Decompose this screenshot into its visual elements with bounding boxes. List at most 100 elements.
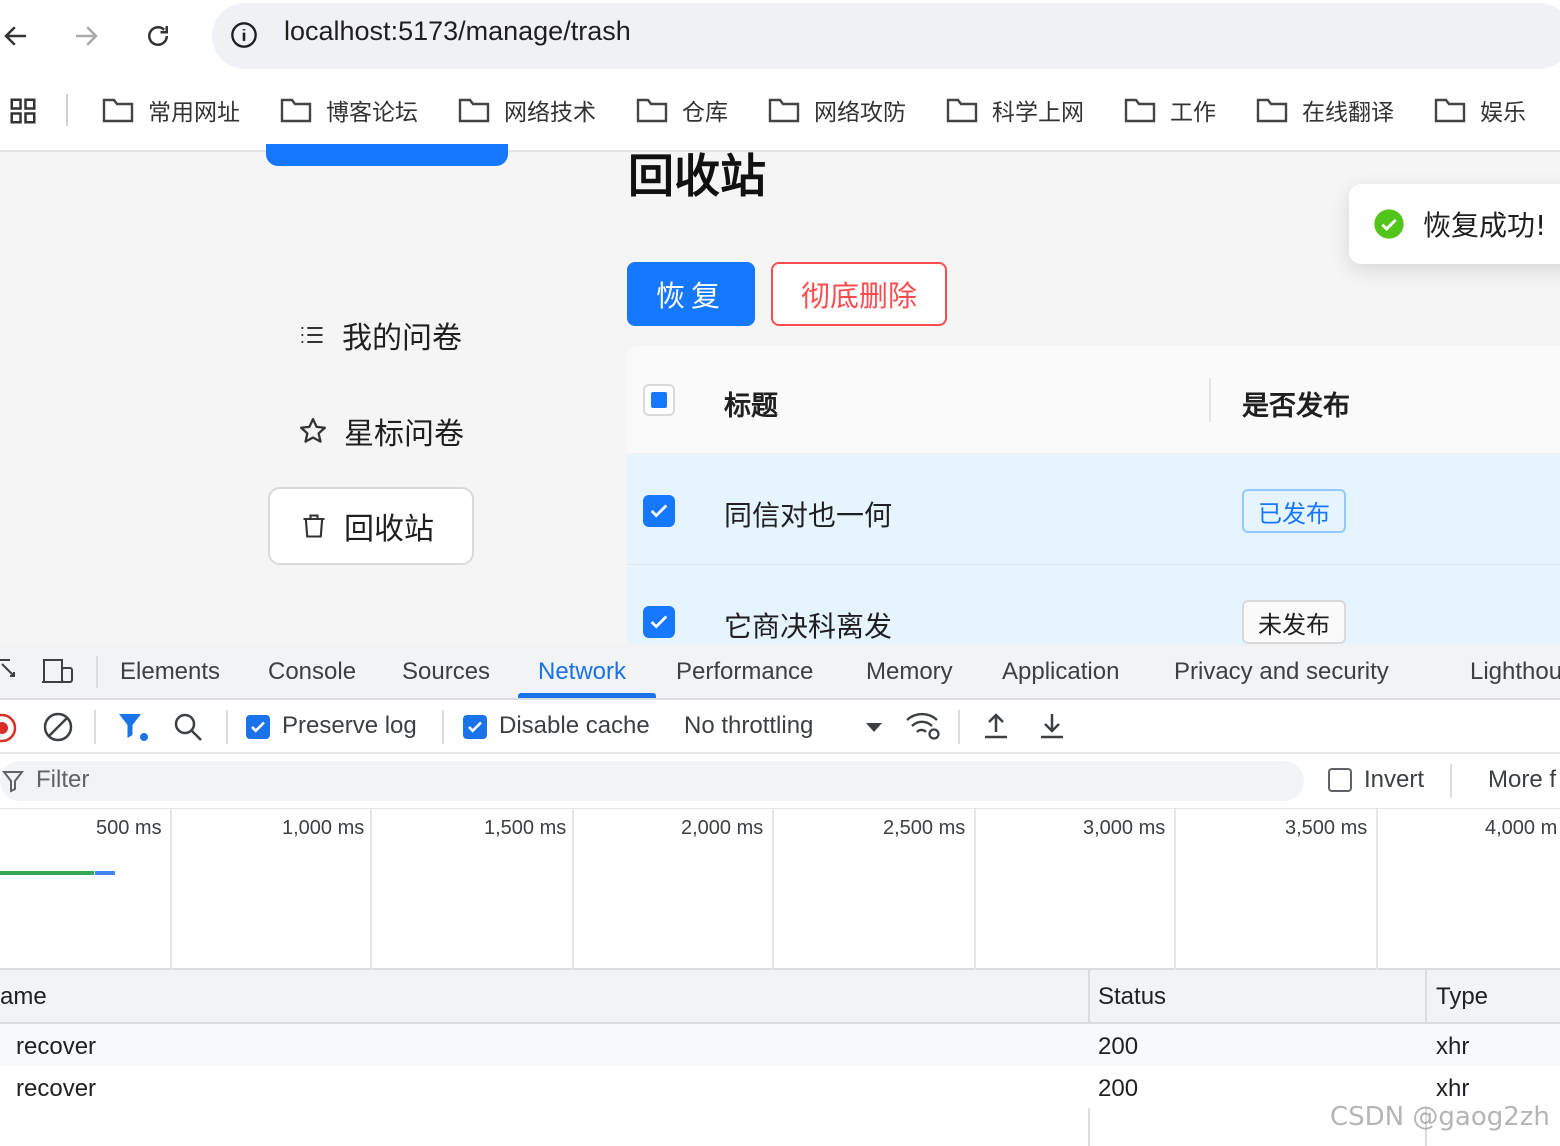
status-badge-published: 已发布 bbox=[1242, 489, 1346, 533]
menu-item-starred[interactable]: 星标问卷 bbox=[268, 392, 474, 470]
list-icon bbox=[301, 326, 323, 344]
timeline-label: 3,500 ms bbox=[1285, 817, 1368, 839]
filter-input[interactable] bbox=[0, 761, 1304, 801]
star-icon bbox=[300, 418, 326, 443]
preserve-log-checkbox[interactable] bbox=[246, 715, 270, 739]
bookmark-label: 博客论坛 bbox=[326, 100, 418, 126]
bookmarks-divider bbox=[66, 94, 68, 126]
recover-button[interactable]: 恢复 bbox=[627, 262, 755, 326]
disable-cache-checkbox[interactable] bbox=[463, 715, 487, 739]
trash-icon bbox=[303, 514, 325, 538]
bookmark-label: 工作 bbox=[1170, 100, 1216, 126]
bookmark-folder[interactable]: 博客论坛 bbox=[280, 92, 418, 128]
bookmark-folder[interactable]: 工作 bbox=[1124, 92, 1216, 128]
table-row[interactable] bbox=[0, 1024, 1560, 1066]
watermark-text: CSDN @gaog2zh bbox=[1330, 1102, 1550, 1132]
search-icon[interactable] bbox=[172, 711, 204, 747]
toolbar-divider bbox=[442, 710, 444, 744]
export-har-icon[interactable] bbox=[1036, 710, 1068, 746]
column-header-published: 是否发布 bbox=[1242, 391, 1350, 422]
bookmark-label: 常用网址 bbox=[148, 100, 240, 126]
clear-icon[interactable] bbox=[42, 711, 74, 747]
timeline-gridline bbox=[974, 808, 976, 970]
back-button[interactable] bbox=[0, 14, 38, 58]
bookmark-folder[interactable]: 网络攻防 bbox=[768, 92, 906, 128]
bookmark-folder[interactable]: 常用网址 bbox=[102, 92, 240, 128]
delete-forever-button[interactable]: 彻底删除 bbox=[771, 262, 947, 326]
tab-privacy-security[interactable]: Privacy and security bbox=[1174, 658, 1389, 686]
bookmark-label: 科学上网 bbox=[992, 100, 1084, 126]
check-icon bbox=[650, 504, 668, 518]
url-text[interactable]: localhost:5173/manage/trash bbox=[284, 16, 631, 47]
timeline-label: 1,000 ms bbox=[282, 817, 365, 839]
tabbar-divider bbox=[96, 656, 98, 688]
requests-table-header bbox=[0, 970, 1560, 1024]
reload-icon bbox=[148, 26, 168, 46]
column-header-title: 标题 bbox=[724, 391, 778, 422]
folder-icon bbox=[1124, 98, 1156, 123]
bookmark-folder[interactable]: 在线翻译 bbox=[1256, 92, 1394, 128]
select-all-checkbox[interactable] bbox=[643, 384, 675, 416]
tab-network[interactable]: Network bbox=[538, 658, 626, 686]
throttling-select[interactable]: No throttling bbox=[684, 712, 813, 740]
toolbar-divider bbox=[94, 710, 96, 744]
invert-checkbox[interactable] bbox=[1328, 768, 1352, 792]
bookmark-label: 娱乐 bbox=[1480, 100, 1526, 126]
bookmark-folder[interactable]: 科学上网 bbox=[946, 92, 1084, 128]
network-conditions-icon[interactable] bbox=[904, 710, 942, 746]
tab-application[interactable]: Application bbox=[1002, 658, 1119, 686]
preserve-log-label[interactable]: Preserve log bbox=[282, 712, 417, 740]
xhr-brace-icon bbox=[0, 1076, 8, 1102]
bookmark-label: 仓库 bbox=[682, 100, 728, 126]
filter-placeholder: Filter bbox=[36, 766, 90, 793]
apps-grid-icon[interactable] bbox=[8, 96, 38, 130]
folder-icon bbox=[946, 98, 978, 123]
timeline-label: 4,000 m bbox=[1485, 817, 1558, 839]
menu-item-trash[interactable]: 回收站 bbox=[268, 487, 474, 565]
tab-sources[interactable]: Sources bbox=[402, 658, 490, 686]
timeline-label: 500 ms bbox=[96, 817, 162, 839]
bookmark-folder[interactable]: 仓库 bbox=[636, 92, 728, 128]
tab-performance[interactable]: Performance bbox=[676, 658, 813, 686]
column-divider bbox=[1209, 378, 1211, 422]
tab-elements[interactable]: Elements bbox=[120, 658, 220, 686]
inspect-element-icon[interactable] bbox=[0, 658, 20, 690]
column-header-name[interactable]: ame bbox=[0, 983, 47, 1011]
toolbar-divider bbox=[958, 710, 960, 744]
timeline-gridline bbox=[370, 808, 372, 970]
check-icon bbox=[468, 721, 482, 733]
more-filters-button[interactable]: More f bbox=[1488, 766, 1556, 794]
success-check-icon bbox=[1374, 209, 1404, 239]
check-icon bbox=[251, 721, 265, 733]
tab-memory[interactable]: Memory bbox=[866, 658, 953, 686]
chevron-down-icon[interactable] bbox=[864, 719, 884, 738]
menu-item-label: 回收站 bbox=[344, 512, 434, 547]
row-checkbox[interactable] bbox=[643, 606, 675, 638]
tab-console[interactable]: Console bbox=[268, 658, 356, 686]
folder-icon bbox=[636, 98, 668, 123]
device-toolbar-icon[interactable] bbox=[40, 658, 76, 690]
tab-lighthouse[interactable]: Lighthou bbox=[1470, 658, 1560, 686]
menu-item-my-surveys[interactable]: 我的问卷 bbox=[268, 296, 474, 374]
invert-label[interactable]: Invert bbox=[1364, 766, 1424, 794]
row-title: 同信对也一何 bbox=[724, 499, 893, 532]
folder-icon bbox=[102, 98, 134, 123]
reload-button[interactable] bbox=[136, 14, 180, 58]
row-checkbox[interactable] bbox=[643, 495, 675, 527]
disable-cache-label[interactable]: Disable cache bbox=[499, 712, 650, 740]
filter-divider bbox=[1450, 764, 1452, 798]
site-info-icon[interactable] bbox=[228, 19, 260, 51]
folder-icon bbox=[1256, 98, 1288, 123]
table-row[interactable] bbox=[0, 1066, 1560, 1108]
forward-button[interactable] bbox=[64, 14, 108, 58]
bookmark-folder[interactable]: 网络技术 bbox=[458, 92, 596, 128]
bookmark-folder[interactable]: 娱乐 bbox=[1434, 92, 1526, 128]
import-har-icon[interactable] bbox=[980, 710, 1012, 746]
record-stop-icon[interactable] bbox=[0, 712, 18, 748]
timeline-gridline bbox=[1174, 808, 1176, 970]
filter-funnel-icon[interactable] bbox=[116, 711, 150, 747]
create-survey-button-partial[interactable] bbox=[266, 144, 508, 166]
column-header-type[interactable]: Type bbox=[1436, 983, 1488, 1011]
column-header-status[interactable]: Status bbox=[1098, 983, 1166, 1011]
folder-icon bbox=[768, 98, 800, 123]
